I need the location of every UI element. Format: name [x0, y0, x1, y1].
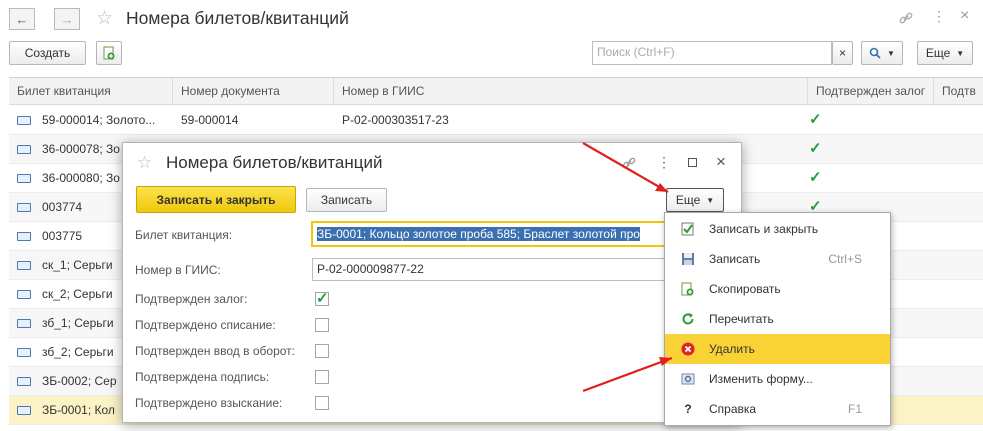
ticket-label: Билет квитанция: — [135, 228, 233, 242]
clear-icon: × — [838, 46, 846, 60]
menu-item-reread[interactable]: Перечитать — [665, 304, 890, 334]
dialog-more-button[interactable]: Еще ▼ — [666, 188, 724, 212]
chevron-down-icon: ▼ — [706, 195, 715, 205]
checkbox-label: Подтверждена подпись: — [135, 370, 270, 384]
cell-giis: Р-02-000303517-23 — [342, 113, 449, 127]
forward-button[interactable]: → — [54, 8, 80, 30]
delete-icon — [681, 342, 695, 356]
menu-item-save[interactable]: Записать Ctrl+S — [665, 244, 890, 274]
document-icon — [17, 348, 31, 357]
close-icon[interactable]: × — [716, 153, 726, 170]
document-icon — [17, 406, 31, 415]
document-icon — [17, 145, 31, 154]
menu-item-save-close[interactable]: Записать и закрыть — [665, 214, 890, 244]
add-copy-button[interactable] — [96, 41, 122, 65]
document-icon — [17, 290, 31, 299]
column-header-next[interactable]: Подтв — [934, 78, 983, 105]
chevron-down-icon: ▼ — [887, 48, 895, 58]
ticket-value: ЗБ-0001; Кольцо золотое проба 585; Брасл… — [317, 227, 640, 241]
document-icon — [17, 232, 31, 241]
refresh-icon — [682, 313, 694, 325]
cell-pledge-check: ✓ — [809, 169, 822, 186]
search-button[interactable]: ▼ — [861, 41, 903, 65]
favorite-star-icon[interactable]: ☆ — [137, 154, 152, 171]
menu-item-shortcut: F1 — [847, 402, 862, 416]
back-arrow-icon: ← — [15, 11, 29, 27]
checkbox-label: Подтвержден залог: — [135, 292, 248, 306]
checkbox[interactable] — [315, 396, 329, 410]
table-header: Билет квитанция Номер документа Номер в … — [9, 77, 983, 105]
checkbox[interactable]: ✓ — [315, 290, 329, 307]
window-title: Номера билетов/квитанций — [126, 8, 349, 28]
checkbox-label: Подтверждено списание: — [135, 318, 276, 332]
more-menu: Записать и закрыть Записать Ctrl+S Скопи… — [664, 212, 891, 426]
more-label: Еще — [925, 46, 951, 60]
copy-icon — [103, 46, 115, 60]
menu-item-change-form[interactable]: Изменить форму... — [665, 364, 890, 394]
document-icon — [17, 174, 31, 183]
help-icon: ? — [684, 402, 692, 416]
menu-item-label: Справка — [709, 402, 757, 416]
save-close-icon — [681, 222, 694, 236]
checkbox[interactable] — [315, 318, 329, 332]
edit-dialog: ☆ Номера билетов/квитанций ⋮ × Записать … — [122, 142, 742, 423]
clear-search-button[interactable]: × — [832, 41, 853, 65]
column-header-giis[interactable]: Номер в ГИИС — [334, 78, 808, 105]
cell-pledge-check: ✓ — [809, 111, 822, 128]
dialog-title: Номера билетов/квитанций — [166, 153, 383, 172]
checkbox-label: Подтвержден ввод в оборот: — [135, 344, 295, 358]
forward-arrow-icon: → — [60, 11, 74, 27]
floppy-icon — [682, 253, 694, 265]
menu-item-label: Удалить — [709, 342, 755, 356]
maximize-icon[interactable] — [688, 158, 697, 167]
save-and-close-button[interactable]: Записать и закрыть — [136, 186, 296, 213]
giis-field[interactable]: Р-02-000009877-22 — [312, 258, 668, 281]
checkbox-label: Подтверждено взыскание: — [135, 396, 283, 410]
form-settings-icon — [681, 373, 695, 385]
menu-item-delete[interactable]: Удалить — [665, 334, 890, 364]
search-input[interactable]: Поиск (Ctrl+F) — [592, 41, 832, 65]
checkmark-icon: ✓ — [316, 290, 329, 307]
document-icon — [17, 377, 31, 386]
column-header-pledge[interactable]: Подтвержден залог — [808, 78, 934, 105]
more-vertical-icon[interactable]: ⋮ — [932, 9, 946, 23]
favorite-star-icon[interactable]: ☆ — [96, 9, 113, 28]
menu-item-label: Записать — [709, 252, 761, 266]
menu-item-label: Перечитать — [709, 312, 774, 326]
chevron-down-icon: ▼ — [956, 48, 965, 58]
back-button[interactable]: ← — [9, 8, 35, 30]
more-vertical-icon[interactable]: ⋮ — [657, 155, 671, 169]
close-icon[interactable]: × — [960, 8, 969, 24]
menu-item-shortcut: Ctrl+S — [828, 252, 862, 266]
link-icon[interactable] — [898, 10, 914, 26]
table-row[interactable]: 59-000014; Золото... 59-000014 Р-02-000303… — [9, 106, 983, 135]
menu-item-label: Скопировать — [709, 282, 781, 296]
checkbox[interactable] — [315, 370, 329, 384]
giis-label: Номер в ГИИС: — [135, 263, 221, 277]
menu-item-copy[interactable]: Скопировать — [665, 274, 890, 304]
cell-ticket: 59-000014; Золото... — [42, 113, 156, 127]
ticket-field[interactable]: ЗБ-0001; Кольцо золотое проба 585; Брасл… — [311, 221, 667, 247]
more-label: Еще — [675, 193, 701, 207]
document-icon — [17, 261, 31, 270]
cell-pledge-check: ✓ — [809, 140, 822, 157]
link-icon[interactable] — [621, 155, 637, 171]
save-button[interactable]: Записать — [306, 188, 387, 212]
column-header-doc[interactable]: Номер документа — [173, 78, 334, 105]
copy-icon — [681, 282, 694, 296]
create-button[interactable]: Создать — [9, 41, 86, 65]
document-icon — [17, 116, 31, 125]
menu-item-label: Записать и закрыть — [709, 222, 819, 236]
more-button[interactable]: Еще ▼ — [917, 41, 973, 65]
column-header-ticket[interactable]: Билет квитанция — [9, 78, 173, 105]
checkbox[interactable] — [315, 344, 329, 358]
menu-item-help[interactable]: ? Справка F1 — [665, 394, 890, 424]
document-icon — [17, 319, 31, 328]
search-icon — [869, 47, 881, 59]
menu-item-label: Изменить форму... — [709, 372, 813, 386]
cell-doc: 59-000014 — [181, 113, 239, 127]
document-icon — [17, 203, 31, 212]
